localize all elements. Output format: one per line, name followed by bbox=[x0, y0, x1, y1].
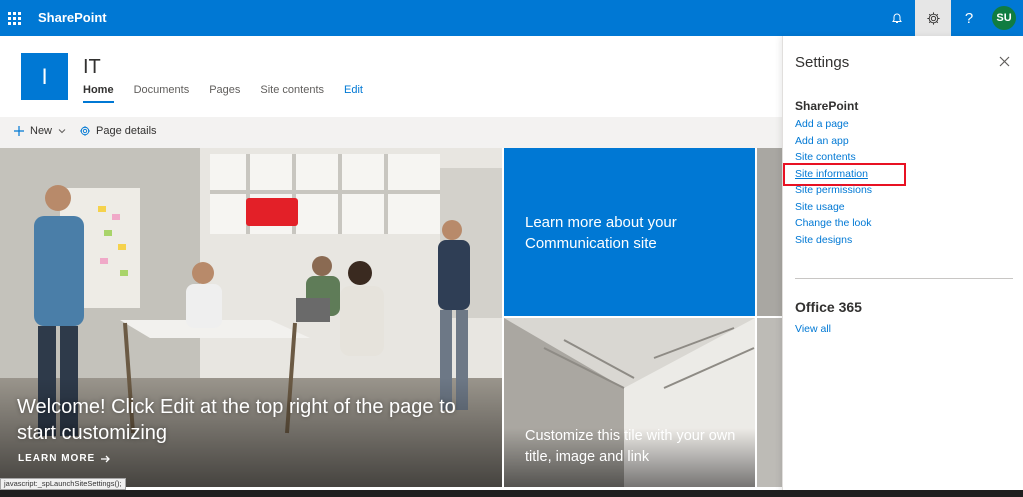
change-the-look-link[interactable]: Change the look bbox=[795, 217, 871, 229]
site-header: I IT Home Documents Pages Site contents … bbox=[0, 36, 782, 117]
add-a-page-link[interactable]: Add a page bbox=[795, 118, 849, 130]
gear-icon bbox=[926, 11, 940, 25]
site-permissions-link[interactable]: Site permissions bbox=[795, 184, 872, 196]
nav-pages[interactable]: Pages bbox=[209, 84, 240, 103]
site-navigation: Home Documents Pages Site contents Edit bbox=[83, 84, 363, 103]
nav-site-contents[interactable]: Site contents bbox=[260, 84, 324, 103]
site-designs-link[interactable]: Site designs bbox=[795, 234, 852, 246]
taskbar-strip bbox=[0, 490, 1023, 497]
view-all-link[interactable]: View all bbox=[795, 323, 831, 335]
settings-title: Settings bbox=[795, 54, 850, 71]
help-button[interactable]: ? bbox=[951, 0, 987, 36]
hero-webpart: Welcome! Click Edit at the top right of … bbox=[0, 148, 782, 487]
bell-icon bbox=[892, 13, 902, 23]
help-icon: ? bbox=[964, 9, 974, 27]
nav-edit-link[interactable]: Edit bbox=[344, 84, 363, 103]
highlight-box bbox=[783, 163, 906, 186]
site-contents-link[interactable]: Site contents bbox=[795, 151, 856, 163]
nav-documents[interactable]: Documents bbox=[134, 84, 190, 103]
chevron-down-icon bbox=[58, 129, 66, 134]
settings-pane: Settings SharePoint Add a page Add an ap… bbox=[782, 36, 1023, 497]
browser-status-bar: javascript:_spLaunchSiteSettings(); bbox=[0, 478, 126, 490]
hero-tile-partial-top[interactable] bbox=[757, 148, 782, 316]
avatar[interactable]: SU bbox=[992, 6, 1016, 30]
hero-tile-communication[interactable]: Learn more about your Communication site bbox=[504, 148, 755, 316]
site-title[interactable]: IT bbox=[83, 56, 101, 79]
learn-more-label: LEARN MORE bbox=[18, 453, 96, 464]
hero-main-tile[interactable]: Welcome! Click Edit at the top right of … bbox=[0, 148, 502, 487]
site-usage-link[interactable]: Site usage bbox=[795, 201, 845, 213]
plus-icon bbox=[14, 126, 24, 136]
brand-link[interactable]: SharePoint bbox=[38, 10, 107, 25]
new-label: New bbox=[30, 125, 53, 137]
suite-bar: SharePoint ? SU bbox=[0, 0, 1023, 36]
hero-main-title: Welcome! Click Edit at the top right of … bbox=[17, 396, 456, 444]
learn-more-link[interactable]: LEARN MORE bbox=[18, 453, 111, 464]
settings-button[interactable] bbox=[915, 0, 951, 36]
notifications-button[interactable] bbox=[879, 0, 915, 36]
app-launcher-button[interactable] bbox=[0, 0, 28, 36]
hero-tile-customize[interactable]: Customize this tile with your own title,… bbox=[504, 318, 755, 487]
waffle-icon bbox=[7, 11, 21, 25]
page-details-label: Page details bbox=[96, 125, 157, 137]
hero-tile-customize-text: Customize this tile with your own title,… bbox=[525, 428, 736, 465]
page-details-button[interactable]: Page details bbox=[79, 125, 157, 137]
office-365-section-title: Office 365 bbox=[795, 299, 862, 315]
close-icon bbox=[999, 56, 1010, 67]
hero-tile-communication-text: Learn more about your Communication site bbox=[525, 214, 677, 252]
add-an-app-link[interactable]: Add an app bbox=[795, 135, 849, 147]
arrow-right-icon bbox=[101, 455, 111, 462]
sharepoint-section-title: SharePoint bbox=[795, 99, 859, 113]
section-divider bbox=[795, 278, 1013, 279]
new-button[interactable]: New bbox=[13, 125, 67, 137]
hero-tile-partial-bottom[interactable] bbox=[757, 318, 782, 487]
gear-icon bbox=[80, 126, 90, 136]
site-logo[interactable]: I bbox=[21, 53, 68, 100]
command-bar: New Page details bbox=[0, 117, 782, 148]
close-button[interactable] bbox=[999, 54, 1010, 71]
nav-home[interactable]: Home bbox=[83, 84, 114, 103]
